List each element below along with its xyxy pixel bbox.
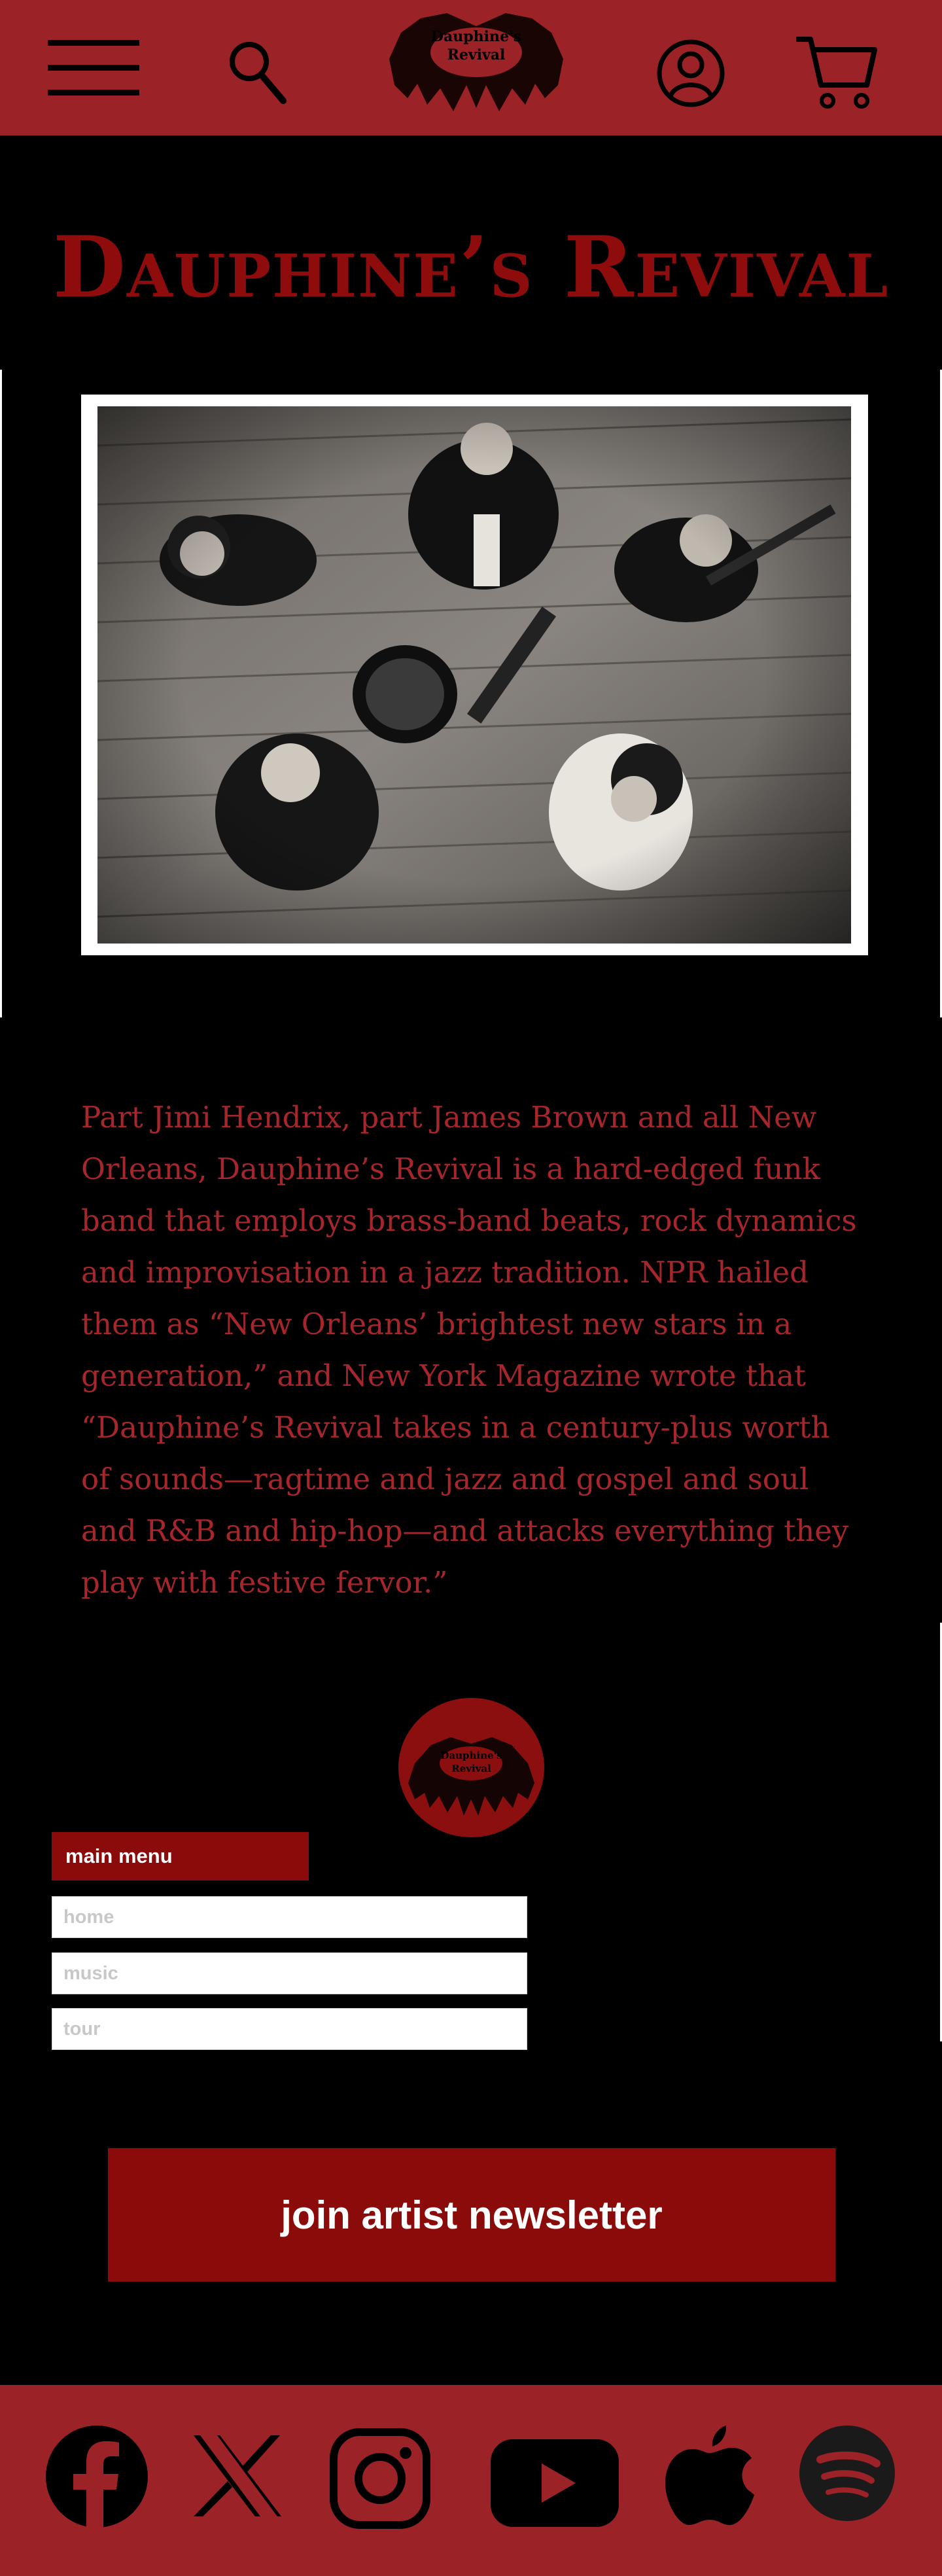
- user-account-icon[interactable]: [656, 39, 725, 108]
- band-photo-frame: [81, 395, 868, 955]
- search-icon[interactable]: [227, 39, 287, 105]
- band-bio-text: Part Jimi Hendrix, part James Brown and …: [81, 1100, 857, 1600]
- main-menu-heading: main menu: [52, 1832, 309, 1880]
- band-photo-image: [97, 406, 851, 944]
- page-title: Dauphine’s Revival: [53, 219, 889, 317]
- logo-text: Dauphine's Revival: [381, 27, 571, 64]
- menu-item-music[interactable]: music: [52, 1952, 527, 1994]
- site-header: Dauphine's Revival: [0, 0, 942, 135]
- join-newsletter-button[interactable]: join artist newsletter: [108, 2148, 835, 2282]
- footer-logo-text: Dauphine's Revival: [398, 1749, 544, 1775]
- instagram-icon[interactable]: [330, 2428, 430, 2529]
- footer-logo-text-line2: Revival: [451, 1763, 491, 1774]
- logo-text-line2: Revival: [447, 46, 506, 63]
- footer-logo[interactable]: Dauphine's Revival: [398, 1698, 544, 1837]
- youtube-icon[interactable]: [491, 2439, 619, 2527]
- logo-text-line1: Dauphine's: [430, 28, 522, 45]
- left-edge-divider: [0, 370, 2, 1017]
- shopping-cart-icon[interactable]: [794, 34, 879, 111]
- spotify-icon[interactable]: [799, 2426, 895, 2521]
- apple-music-icon[interactable]: [664, 2422, 756, 2528]
- facebook-icon[interactable]: [46, 2426, 148, 2528]
- hamburger-menu-icon[interactable]: [48, 37, 139, 97]
- menu-item-home[interactable]: home: [52, 1896, 527, 1938]
- social-footer: [0, 2385, 942, 2576]
- x-icon[interactable]: [194, 2435, 281, 2516]
- header-logo[interactable]: Dauphine's Revival: [381, 7, 571, 118]
- band-photo: [97, 406, 851, 944]
- footer-logo-text-line1: Dauphine's: [440, 1750, 502, 1761]
- menu-item-tour[interactable]: tour: [52, 2008, 527, 2050]
